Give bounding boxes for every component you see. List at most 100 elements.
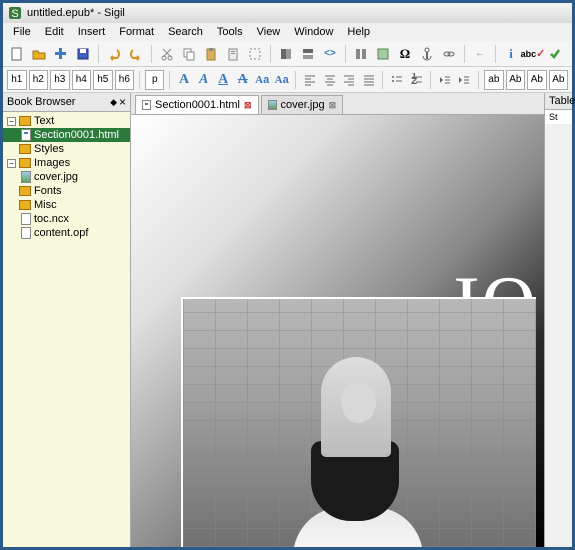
menu-help[interactable]: Help xyxy=(341,24,376,40)
bookview-icon[interactable] xyxy=(276,44,296,64)
menu-tools[interactable]: Tools xyxy=(211,24,249,40)
menu-view[interactable]: View xyxy=(251,24,287,40)
sentencecase-button[interactable]: Ab xyxy=(527,70,547,90)
separator xyxy=(345,45,346,63)
tree-file-cover[interactable]: cover.jpg xyxy=(3,170,130,184)
tree-file-toc[interactable]: toc.ncx xyxy=(3,212,130,226)
tab-cover[interactable]: cover.jpg ⊠ xyxy=(261,95,344,114)
editor-area: Section0001.html ⊠ cover.jpg ⊠ Ю xyxy=(131,93,544,547)
open-icon[interactable] xyxy=(29,44,49,64)
html-file-icon xyxy=(21,129,31,141)
lowercase-button[interactable]: ab xyxy=(484,70,504,90)
p-button[interactable]: p xyxy=(145,70,165,90)
anchor-icon[interactable] xyxy=(417,44,437,64)
codeview-icon[interactable]: <> xyxy=(320,44,340,64)
right-panel: Table St xyxy=(544,93,572,547)
folder-icon xyxy=(19,158,31,168)
svg-text:S: S xyxy=(11,8,18,20)
tree-folder-fonts[interactable]: Fonts xyxy=(3,184,130,198)
h1-button[interactable]: h1 xyxy=(7,70,27,90)
book-browser-title: Book Browser xyxy=(7,96,75,108)
close-tab-icon[interactable]: ⊠ xyxy=(329,100,337,111)
separator xyxy=(169,71,170,89)
spellcheck-icon[interactable]: abc✓ xyxy=(523,44,543,64)
subscript-icon[interactable]: Aa xyxy=(253,70,271,90)
align-justify-icon[interactable] xyxy=(360,70,378,90)
new-icon[interactable] xyxy=(7,44,27,64)
list-ul-icon[interactable] xyxy=(388,70,406,90)
menu-format[interactable]: Format xyxy=(113,24,160,40)
h3-button[interactable]: h3 xyxy=(50,70,70,90)
menu-edit[interactable]: Edit xyxy=(39,24,70,40)
clipboard-icon[interactable] xyxy=(223,44,243,64)
italic-icon[interactable]: A xyxy=(195,70,213,90)
separator xyxy=(98,45,99,63)
bold-icon[interactable]: A xyxy=(175,70,193,90)
h2-button[interactable]: h2 xyxy=(29,70,49,90)
strike-icon[interactable]: A xyxy=(234,70,252,90)
validate-icon[interactable] xyxy=(545,44,565,64)
undock-icon[interactable]: ◆ xyxy=(110,97,117,108)
uppercase-button[interactable]: Ab xyxy=(549,70,569,90)
h5-button[interactable]: h5 xyxy=(93,70,113,90)
undo-icon[interactable] xyxy=(104,44,124,64)
menu-file[interactable]: File xyxy=(7,24,37,40)
cover-photo xyxy=(181,297,536,547)
redo-icon[interactable] xyxy=(126,44,146,64)
editor-content[interactable]: Ю xyxy=(131,115,544,547)
back-icon[interactable]: ← xyxy=(470,44,490,64)
menu-search[interactable]: Search xyxy=(162,24,209,40)
add-icon[interactable] xyxy=(51,44,71,64)
menu-insert[interactable]: Insert xyxy=(72,24,112,40)
special-char-icon[interactable]: Ω xyxy=(395,44,415,64)
h4-button[interactable]: h4 xyxy=(72,70,92,90)
indent-more-icon[interactable] xyxy=(456,70,474,90)
select-icon[interactable] xyxy=(245,44,265,64)
separator xyxy=(430,71,431,89)
collapse-icon[interactable]: − xyxy=(7,117,16,126)
folder-icon xyxy=(19,116,31,126)
tree-folder-styles[interactable]: Styles xyxy=(3,142,130,156)
tree-folder-images[interactable]: −Images xyxy=(3,156,130,170)
book-browser-panel: Book Browser ◆ × −Text Section0001.html … xyxy=(3,93,131,547)
folder-icon xyxy=(19,186,31,196)
indent-less-icon[interactable] xyxy=(436,70,454,90)
tree-file-content[interactable]: content.opf xyxy=(3,226,130,240)
menu-window[interactable]: Window xyxy=(288,24,339,40)
file-tree: −Text Section0001.html Styles −Images co… xyxy=(3,112,130,242)
align-right-icon[interactable] xyxy=(340,70,358,90)
close-tab-icon[interactable]: ⊠ xyxy=(244,100,252,111)
splitview-icon[interactable] xyxy=(298,44,318,64)
titlecase-button[interactable]: Ab xyxy=(506,70,526,90)
align-center-icon[interactable] xyxy=(321,70,339,90)
align-left-icon[interactable] xyxy=(301,70,319,90)
close-panel-icon[interactable]: × xyxy=(119,95,126,109)
link-icon[interactable] xyxy=(439,44,459,64)
cut-icon[interactable] xyxy=(157,44,177,64)
h6-button[interactable]: h6 xyxy=(115,70,135,90)
toolbar-format: h1 h2 h3 h4 h5 h6 p A A A A Aa Aa 12 ab … xyxy=(3,67,572,93)
paste-icon[interactable] xyxy=(201,44,221,64)
collapse-icon[interactable]: − xyxy=(7,159,16,168)
underline-icon[interactable]: A xyxy=(214,70,232,90)
superscript-icon[interactable]: Aa xyxy=(273,70,291,90)
tree-file-section0001[interactable]: Section0001.html xyxy=(3,128,130,142)
svg-text:2: 2 xyxy=(411,75,417,87)
insert-file-icon[interactable] xyxy=(373,44,393,64)
tree-folder-text[interactable]: −Text xyxy=(3,114,130,128)
metadata-icon[interactable]: i xyxy=(501,44,521,64)
tree-folder-misc[interactable]: Misc xyxy=(3,198,130,212)
save-icon[interactable] xyxy=(73,44,93,64)
image-file-icon xyxy=(21,171,31,183)
copy-icon[interactable] xyxy=(179,44,199,64)
right-panel-sub: St xyxy=(545,110,572,124)
titlebar: S untitled.epub* - Sigil xyxy=(3,3,572,23)
separator xyxy=(151,45,152,63)
editor-tabs: Section0001.html ⊠ cover.jpg ⊠ xyxy=(131,93,544,115)
separator xyxy=(139,71,140,89)
list-ol-icon[interactable]: 12 xyxy=(408,70,426,90)
split-marker-icon[interactable] xyxy=(351,44,371,64)
separator xyxy=(478,71,479,89)
separator xyxy=(495,45,496,63)
tab-section0001[interactable]: Section0001.html ⊠ xyxy=(135,95,259,114)
